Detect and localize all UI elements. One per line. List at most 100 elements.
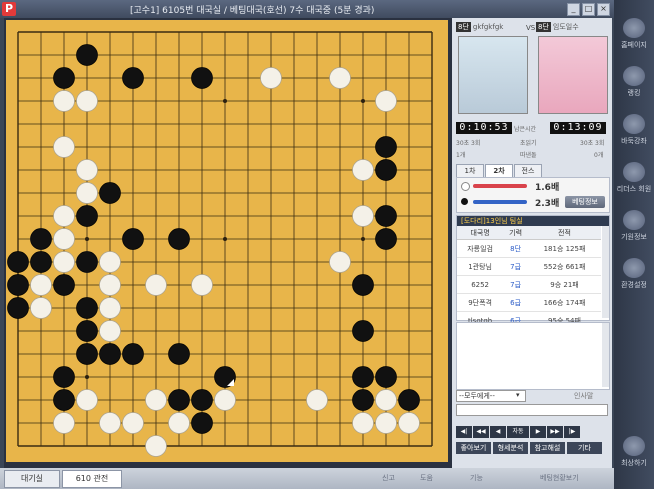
black-stone	[375, 228, 397, 250]
tab-first[interactable]: 1차	[456, 164, 484, 178]
black-stone	[30, 251, 52, 273]
col-record[interactable]: 전적	[528, 226, 601, 240]
analysis-button[interactable]: 형세분석	[493, 442, 528, 454]
captures-label: 따낸돌	[520, 152, 537, 159]
status-bar: 대기실 610 관전 신고 도움 기능 베팅현황보기	[0, 468, 614, 489]
player-right-rank: 8단	[536, 22, 551, 32]
col-level[interactable]: 기력	[503, 226, 528, 240]
table-row[interactable]: 6252 7급 9승 21패	[457, 275, 601, 294]
white-stone	[53, 412, 75, 434]
forward-button[interactable]: ▶	[530, 426, 546, 438]
player-left-captures: 1개	[456, 152, 466, 159]
list-scrollbar[interactable]	[602, 226, 609, 318]
home-icon	[623, 18, 645, 38]
black-stone	[122, 343, 144, 365]
app-logo: P	[2, 2, 16, 16]
white-stone	[398, 412, 420, 434]
tab-waiting-room[interactable]: 대기실	[4, 470, 60, 488]
book-icon	[623, 114, 645, 134]
etc-button[interactable]: 기타	[567, 442, 602, 454]
help-link[interactable]: 도움	[420, 473, 433, 483]
black-stone	[352, 389, 374, 411]
function-link[interactable]: 기능	[470, 473, 483, 483]
star-point	[223, 237, 227, 241]
trophy-icon	[623, 66, 645, 86]
white-stone	[53, 205, 75, 227]
player-left-name: gkfgkfgk	[472, 23, 504, 31]
table-row[interactable]: 9단폭격 6급 166승 174패	[457, 293, 601, 312]
sidebar-item-settings[interactable]: 환경설정	[616, 254, 652, 298]
fast-forward-button[interactable]: ▶▶	[547, 426, 563, 438]
maximize-button[interactable]: □	[582, 3, 595, 16]
white-stone	[30, 274, 52, 296]
player-right-avatar[interactable]	[538, 36, 608, 114]
report-link[interactable]: 신고	[382, 473, 395, 483]
black-stone	[7, 274, 29, 296]
white-stone	[329, 67, 351, 89]
black-stone	[352, 366, 374, 388]
go-board[interactable]	[6, 20, 448, 462]
window-title: [고수1] 6105번 대국실 / 베팅대국(호선) 7수 대국중 (5분 경과…	[130, 6, 375, 16]
white-stone	[76, 182, 98, 204]
white-stone-icon	[461, 182, 470, 191]
white-stone	[375, 90, 397, 112]
sidebar-item-top[interactable]: 최상하기	[616, 432, 652, 476]
white-stone	[122, 412, 144, 434]
sidebar-item-ranking[interactable]: 랭킹	[616, 62, 652, 106]
auto-play-button[interactable]: 자동	[507, 426, 529, 438]
black-stone	[191, 412, 213, 434]
fast-back-button[interactable]: ◀◀	[473, 426, 489, 438]
greeting-button[interactable]: 인사말	[574, 391, 593, 401]
black-stone	[53, 366, 75, 388]
bet-status-link[interactable]: 베팅현황보기	[540, 473, 579, 483]
betting-area: 1.6배 2.3배 베팅정보	[456, 177, 610, 213]
sidebar-item-lessons[interactable]: 바둑강좌	[616, 110, 652, 154]
chat-scrollbar[interactable]	[602, 323, 609, 387]
last-move-button[interactable]: |▶	[564, 426, 580, 438]
betting-info-button[interactable]: 베팅정보	[565, 196, 605, 208]
first-move-button[interactable]: ◀|	[456, 426, 472, 438]
sidebar-item-home[interactable]: 홈페이지	[616, 14, 652, 58]
star-point	[85, 375, 89, 379]
black-stone	[53, 389, 75, 411]
member-icon	[623, 162, 645, 182]
chat-controls: --모두에게-- ▾ 인사말	[456, 390, 608, 402]
player-left-avatar[interactable]	[458, 36, 528, 114]
black-stone	[375, 159, 397, 181]
white-stone	[53, 251, 75, 273]
tab-second[interactable]: 2차	[485, 164, 513, 178]
white-stone	[375, 412, 397, 434]
black-stone	[76, 251, 98, 273]
white-stone	[352, 205, 374, 227]
close-button[interactable]: ×	[597, 3, 610, 16]
minimize-button[interactable]: _	[567, 3, 580, 16]
tab-third[interactable]: 전스	[514, 164, 542, 178]
player-right-byoyomi: 30초 3회	[580, 140, 605, 147]
player-left-timer: 0:10:53	[456, 122, 512, 134]
table-row[interactable]: 1관탕님 7급 552승 661패	[457, 257, 601, 276]
board-svg[interactable]	[6, 20, 448, 462]
black-stone	[375, 366, 397, 388]
view-button[interactable]: 좋아보기	[456, 442, 491, 454]
sidebar-item-members[interactable]: 리더스 회원	[616, 158, 652, 202]
white-stone	[99, 251, 121, 273]
byoyomi-label: 초읽기	[520, 140, 537, 147]
white-stone	[191, 274, 213, 296]
commentary-button[interactable]: 참고해설	[530, 442, 565, 454]
back-button[interactable]: ◀	[490, 426, 506, 438]
white-stone	[352, 159, 374, 181]
player-left-rank: 8단	[456, 22, 471, 32]
side-panel: 8단 gkfgkfgk VS 8단 임도일수 0:10:53 0:13:09 남은시…	[452, 18, 612, 468]
col-name[interactable]: 대국명	[457, 226, 504, 240]
white-stone	[99, 412, 121, 434]
sidebar-item-info[interactable]: 기원정보	[616, 206, 652, 250]
tab-observe[interactable]: 610 관전	[62, 470, 122, 488]
table-row[interactable]: 자룡일검 8단 181승 125패	[457, 239, 601, 258]
white-stone	[99, 320, 121, 342]
black-stone-icon	[461, 198, 468, 205]
chevron-down-icon[interactable]: ▾	[516, 391, 520, 399]
star-point	[85, 237, 89, 241]
white-stone	[76, 159, 98, 181]
chat-input[interactable]	[456, 404, 608, 416]
white-stone	[168, 412, 190, 434]
